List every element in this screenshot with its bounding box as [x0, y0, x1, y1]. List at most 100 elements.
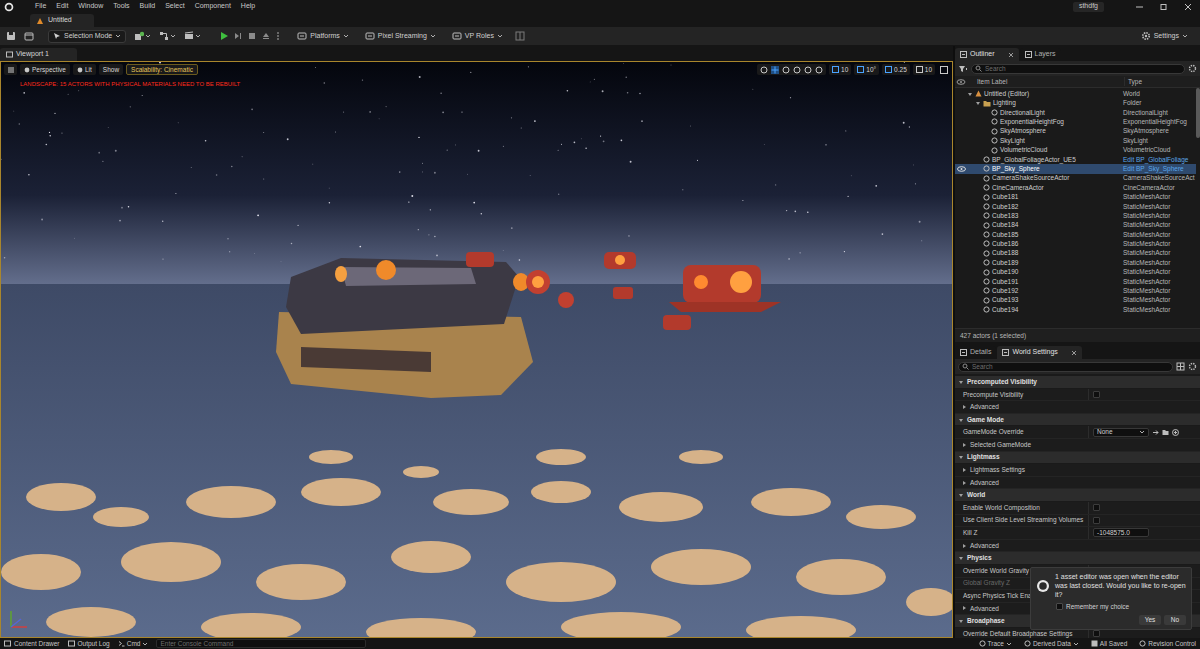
- expanded-arrow-icon[interactable]: [958, 417, 964, 423]
- expanded-arrow-icon[interactable]: [967, 91, 973, 97]
- chevron-icon[interactable]: [1182, 33, 1188, 39]
- remember-checkbox[interactable]: [1056, 603, 1063, 610]
- menu-item[interactable]: Component: [190, 1, 236, 12]
- outliner-row[interactable]: Cube193StaticMeshActor: [955, 296, 1196, 305]
- outliner-scrollbar[interactable]: [1196, 88, 1200, 328]
- outliner-row[interactable]: DirectionalLightDirectionalLight: [955, 108, 1196, 117]
- outliner-row[interactable]: CineCameraActorCineCameraActor: [955, 183, 1196, 192]
- number-field[interactable]: -1048575.0: [1093, 528, 1149, 537]
- menu-item[interactable]: Window: [73, 1, 108, 12]
- chevron-icon[interactable]: [497, 33, 503, 39]
- expanded-arrow-icon[interactable]: [958, 555, 964, 561]
- expanded-arrow-icon[interactable]: [958, 492, 964, 498]
- eject-icon[interactable]: [261, 31, 271, 41]
- status-button[interactable]: All Saved: [1091, 639, 1127, 649]
- outliner-row[interactable]: LightingFolder: [955, 98, 1196, 107]
- user-name[interactable]: sthdfg: [1073, 2, 1104, 12]
- details-expander[interactable]: Selected GameMode: [955, 439, 1200, 452]
- property-matrix-icon[interactable]: [1176, 362, 1185, 371]
- details-expander[interactable]: Advanced: [955, 401, 1200, 414]
- panel-tab[interactable]: Outliner: [955, 48, 1019, 61]
- toolbar-dropdown[interactable]: [134, 31, 151, 41]
- content-icon[interactable]: [24, 31, 34, 41]
- outliner-row[interactable]: Cube194StaticMeshActor: [955, 305, 1196, 314]
- checkbox[interactable]: [1093, 517, 1100, 524]
- status-button[interactable]: Output Log: [68, 639, 110, 649]
- toolbar-dropdown[interactable]: [184, 31, 201, 41]
- outliner-row[interactable]: Cube186StaticMeshActor: [955, 239, 1196, 248]
- checkbox[interactable]: [1093, 391, 1100, 398]
- column-header[interactable]: Type: [1124, 77, 1200, 87]
- status-button[interactable]: Revision Control: [1139, 639, 1196, 649]
- restore-icon[interactable]: [1152, 2, 1176, 12]
- details-section[interactable]: Physics: [955, 552, 1200, 565]
- menu-item[interactable]: Select: [160, 1, 189, 12]
- more-play-options-icon[interactable]: [275, 31, 281, 41]
- eye-icon[interactable]: [957, 166, 966, 172]
- outliner-row[interactable]: Untitled (Editor)World: [955, 89, 1196, 98]
- checkbox[interactable]: [1093, 504, 1100, 511]
- snap-setting[interactable]: 0.25: [882, 64, 910, 75]
- outliner-row[interactable]: BP_Sky_SphereEdit BP_Sky_Sphere: [955, 164, 1196, 173]
- chevron-icon[interactable]: [430, 33, 436, 39]
- toolbar-menu[interactable]: VP Roles: [452, 31, 503, 42]
- surface-snap-icon[interactable]: [815, 66, 823, 74]
- outliner-row[interactable]: Cube182StaticMeshActor: [955, 202, 1196, 211]
- chevron-icon[interactable]: [115, 33, 121, 39]
- menu-item[interactable]: Edit: [51, 1, 73, 12]
- toolbar-menu[interactable]: Platforms: [297, 31, 349, 42]
- chevron-icon[interactable]: [142, 641, 148, 647]
- chevron-icon[interactable]: [195, 33, 201, 39]
- outliner-row[interactable]: SkyLightSkyLight: [955, 136, 1196, 145]
- snap-setting[interactable]: 10: [829, 64, 851, 75]
- notification-button[interactable]: No: [1164, 615, 1186, 625]
- column-header[interactable]: Item Label: [967, 77, 1124, 87]
- details-settings-icon[interactable]: [1188, 362, 1197, 371]
- document-tab[interactable]: Untitled: [30, 14, 94, 27]
- outliner-row[interactable]: Cube185StaticMeshActor: [955, 230, 1196, 239]
- outliner-row[interactable]: Cube190StaticMeshActor: [955, 267, 1196, 276]
- collapsed-arrow-icon[interactable]: [961, 404, 967, 410]
- close-tab-icon[interactable]: [1008, 52, 1014, 58]
- minimize-icon[interactable]: [1128, 2, 1152, 12]
- expanded-arrow-icon[interactable]: [958, 454, 964, 460]
- chevron-icon[interactable]: [1073, 641, 1079, 647]
- menu-item[interactable]: Build: [135, 1, 161, 12]
- menu-item[interactable]: Help: [236, 1, 260, 12]
- maximize-icon[interactable]: [938, 64, 949, 75]
- search-input[interactable]: [985, 64, 1181, 74]
- status-button[interactable]: Trace: [979, 639, 1012, 649]
- view-mode-button[interactable]: Lit: [73, 64, 96, 75]
- view-mode-button[interactable]: Show: [99, 64, 123, 75]
- save-icon[interactable]: [6, 31, 16, 41]
- collapsed-arrow-icon[interactable]: [961, 467, 967, 473]
- chevron-icon[interactable]: [170, 33, 176, 39]
- toolbar-menu[interactable]: Pixel Streaming: [365, 31, 436, 42]
- scale-icon[interactable]: [793, 66, 801, 74]
- chevron-icon[interactable]: [1139, 429, 1145, 435]
- play-icon[interactable]: [219, 31, 229, 41]
- snap-setting[interactable]: 10°: [854, 64, 879, 75]
- collapsed-arrow-icon[interactable]: [961, 442, 967, 448]
- outliner-row[interactable]: Cube188StaticMeshActor: [955, 249, 1196, 258]
- world-icon[interactable]: [804, 66, 812, 74]
- search-input[interactable]: [972, 362, 1169, 372]
- selection-mode-dropdown[interactable]: Selection Mode: [48, 30, 126, 43]
- close-tab-icon[interactable]: [1071, 350, 1077, 356]
- outliner-row[interactable]: SkyAtmosphereSkyAtmosphere: [955, 127, 1196, 136]
- close-icon[interactable]: [1176, 2, 1200, 12]
- details-section[interactable]: World: [955, 489, 1200, 502]
- settings-menu[interactable]: Settings: [1141, 31, 1188, 42]
- search-field[interactable]: [971, 64, 1185, 74]
- toolbar-dropdown[interactable]: [159, 31, 176, 41]
- hamburger-icon[interactable]: [4, 64, 17, 75]
- folder-browse-icon[interactable]: [1162, 429, 1169, 436]
- layout-icon[interactable]: [515, 31, 525, 41]
- browse-icon[interactable]: [1152, 429, 1159, 436]
- details-section[interactable]: Game Mode: [955, 414, 1200, 427]
- details-section[interactable]: Precomputed Visibility: [955, 376, 1200, 389]
- outliner-row[interactable]: Cube181StaticMeshActor: [955, 192, 1196, 201]
- add-icon[interactable]: [1172, 429, 1179, 436]
- stop-icon[interactable]: [247, 31, 257, 41]
- select-icon[interactable]: [760, 66, 768, 74]
